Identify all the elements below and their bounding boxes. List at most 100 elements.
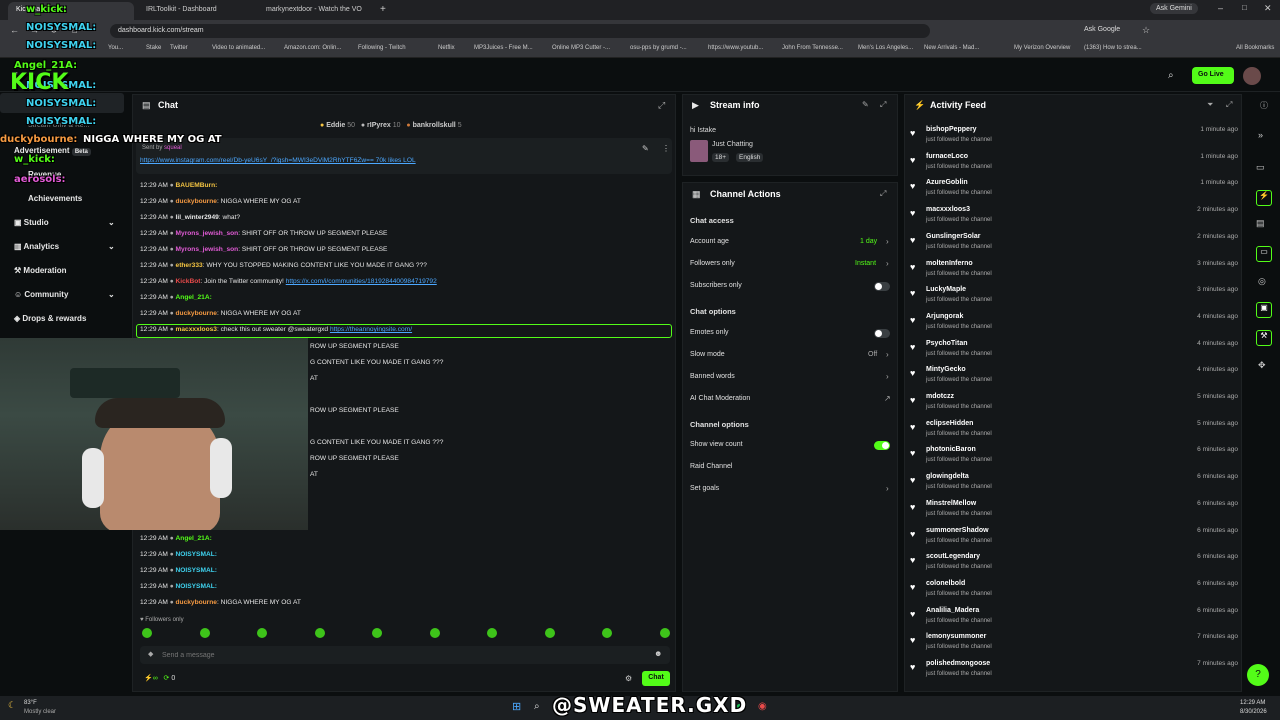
follower-name[interactable]: lemonysummoner bbox=[926, 633, 986, 640]
slow-mode-value[interactable]: Off bbox=[868, 351, 877, 358]
chat-username[interactable]: Myrons_jewish_son bbox=[176, 246, 239, 253]
bookmark-item[interactable]: Stake bbox=[146, 45, 161, 51]
pin-icon[interactable]: ✎ bbox=[642, 144, 649, 153]
chat-username[interactable]: BAUEMBurn: bbox=[176, 182, 218, 189]
subscribers-only-toggle[interactable] bbox=[874, 282, 890, 291]
followers-only-value[interactable]: Instant bbox=[855, 260, 876, 267]
popout-icon[interactable]: ⤢ bbox=[658, 100, 665, 111]
tab-markynextdoor[interactable]: markynextdoor - Watch the VO bbox=[258, 2, 376, 20]
follower-name[interactable]: bishopPeppery bbox=[926, 126, 977, 133]
filter-icon[interactable]: ⏷ bbox=[1207, 100, 1213, 110]
chat-username[interactable]: duckybourne bbox=[176, 310, 217, 317]
emote-icon[interactable] bbox=[544, 628, 555, 638]
maximize-icon[interactable]: □ bbox=[1242, 3, 1247, 12]
chat-username[interactable]: NOISYSMAL: bbox=[176, 551, 217, 558]
follower-name[interactable]: eclipseHidden bbox=[926, 420, 973, 427]
emotes-only-toggle[interactable] bbox=[874, 329, 890, 338]
emote-icon[interactable] bbox=[142, 628, 152, 638]
chat-username[interactable]: Myrons_jewish_son bbox=[176, 230, 239, 237]
minimize-icon[interactable]: – bbox=[1218, 3, 1223, 13]
emote-icon[interactable] bbox=[199, 628, 210, 638]
emote-icon[interactable] bbox=[487, 628, 497, 638]
sidebar-item-community[interactable]: ☺ Community ⌄ bbox=[14, 290, 115, 299]
raid-channel-button[interactable]: Raid Channel bbox=[690, 463, 732, 470]
follower-name[interactable]: photonicBaron bbox=[926, 446, 976, 453]
follower-name[interactable]: MintyGecko bbox=[926, 366, 966, 373]
widget-icon[interactable]: ▭ bbox=[1256, 162, 1272, 178]
chat-username[interactable]: KickBot bbox=[176, 278, 201, 285]
settings-icon[interactable]: ⚙ bbox=[625, 674, 632, 683]
lightning-rail-icon[interactable]: ⚡ bbox=[1256, 190, 1272, 206]
avatar[interactable] bbox=[1243, 67, 1261, 85]
follower-name[interactable]: summonerShadow bbox=[926, 527, 989, 534]
new-tab-icon[interactable]: + bbox=[380, 4, 386, 15]
chat-username[interactable]: NOISYSMAL: bbox=[176, 583, 217, 590]
chat-username[interactable]: Angel_21A: bbox=[176, 294, 212, 301]
chat-message-input[interactable] bbox=[162, 648, 642, 662]
follower-name[interactable]: moltenInferno bbox=[926, 260, 973, 267]
follower-name[interactable]: Arjungorak bbox=[926, 313, 963, 320]
bookmark-item[interactable]: Amazon.com: Onlin... bbox=[284, 45, 341, 51]
back-icon[interactable]: ← bbox=[10, 25, 19, 35]
bookmark-item[interactable]: Twitter bbox=[170, 45, 188, 51]
bookmark-item[interactable]: Men's Los Angeles... bbox=[858, 45, 913, 51]
sidebar-item-moderation[interactable]: ⚒ Moderation bbox=[14, 266, 67, 275]
chat-rail-icon[interactable]: ▭ bbox=[1256, 246, 1272, 262]
doc-icon[interactable]: ▤ bbox=[1256, 218, 1265, 229]
send-chat-button[interactable]: Chat bbox=[642, 671, 670, 686]
popout-icon[interactable]: ⤢ bbox=[1226, 100, 1232, 110]
tab-irltoolkit[interactable]: IRLToolkit - Dashboard bbox=[138, 2, 256, 20]
banned-words-label[interactable]: Banned words bbox=[690, 373, 735, 380]
windows-start-icon[interactable]: ⊞ bbox=[512, 700, 521, 713]
follower-name[interactable]: colonelbold bbox=[926, 580, 965, 587]
chat-username[interactable]: Angel_21A: bbox=[176, 535, 212, 542]
emote-icon[interactable] bbox=[257, 628, 267, 638]
account-age-value[interactable]: 1 day bbox=[860, 238, 877, 245]
ai-moderation-label[interactable]: AI Chat Moderation bbox=[690, 395, 750, 402]
emote-icon[interactable] bbox=[372, 628, 382, 638]
search-icon[interactable]: ⌕ bbox=[1168, 70, 1174, 81]
bookmark-item[interactable]: Online MP3 Cutter -... bbox=[552, 45, 610, 51]
pinned-text[interactable]: https://www.instagram.com/reel/Db-yeU6sY… bbox=[140, 157, 660, 164]
bookmark-item[interactable]: Following - Twitch bbox=[358, 45, 406, 51]
popout-icon[interactable]: ⤢ bbox=[880, 189, 886, 199]
chevron-double-icon[interactable]: » bbox=[1258, 130, 1263, 140]
emote-icon[interactable] bbox=[429, 628, 440, 638]
plugin-icon[interactable]: ✥ bbox=[1258, 360, 1266, 371]
follower-name[interactable]: mdotczz bbox=[926, 393, 954, 400]
chat-link[interactable]: https://x.com/i/communities/181928440098… bbox=[286, 278, 437, 285]
url-input[interactable]: dashboard.kick.com/stream bbox=[110, 24, 930, 38]
ask-google-button[interactable]: Ask Google bbox=[1084, 26, 1120, 33]
sidebar-item-achievements[interactable]: Achievements bbox=[28, 194, 82, 203]
sidebar-item-studio[interactable]: ▣ Studio ⌄ bbox=[14, 218, 115, 227]
sidebar-item-analytics[interactable]: ▥ Analytics ⌄ bbox=[14, 242, 115, 251]
emote-icon[interactable] bbox=[314, 628, 325, 638]
edit-icon[interactable]: ✎ bbox=[862, 100, 869, 109]
ask-gemini-button[interactable]: Ask Gemini bbox=[1150, 3, 1198, 14]
info-icon[interactable]: ⓘ bbox=[1260, 100, 1268, 111]
chat-username[interactable]: duckybourne bbox=[176, 198, 217, 205]
bookmark-item[interactable]: osu-pps by grumd -... bbox=[630, 45, 687, 51]
bookmark-item[interactable]: Video to animated... bbox=[212, 45, 265, 51]
follower-name[interactable]: LuckyMaple bbox=[926, 286, 966, 293]
chrome-icon[interactable]: ◉ bbox=[758, 701, 767, 712]
follower-name[interactable]: GunslingerSolar bbox=[926, 233, 980, 240]
help-icon[interactable]: ? bbox=[1247, 664, 1269, 686]
follower-name[interactable]: scoutLegendary bbox=[926, 553, 980, 560]
go-live-button[interactable]: Go Live bbox=[1192, 67, 1234, 84]
chat-username[interactable]: NOISYSMAL: bbox=[176, 567, 217, 574]
set-goals-label[interactable]: Set goals bbox=[690, 485, 719, 492]
star-icon[interactable]: ☆ bbox=[1142, 25, 1150, 36]
emoji-icon[interactable]: ☻ bbox=[654, 649, 662, 658]
bookmark-item[interactable]: Netflix bbox=[438, 45, 455, 51]
bookmark-item[interactable]: New Arrivals - Mad... bbox=[924, 45, 979, 51]
emote-icon[interactable] bbox=[602, 628, 612, 638]
follower-name[interactable]: furnaceLoco bbox=[926, 153, 968, 160]
bookmark-item[interactable]: You... bbox=[108, 45, 123, 51]
follower-name[interactable]: macxxxloos3 bbox=[926, 206, 970, 213]
follower-name[interactable]: Analilia_Madera bbox=[926, 607, 979, 614]
bookmark-item[interactable]: John From Tennesse... bbox=[782, 45, 843, 51]
bookmark-item[interactable]: https://www.youtub... bbox=[708, 45, 763, 51]
follower-name[interactable]: AzureGoblin bbox=[926, 179, 968, 186]
close-icon[interactable]: ✕ bbox=[1264, 3, 1272, 14]
